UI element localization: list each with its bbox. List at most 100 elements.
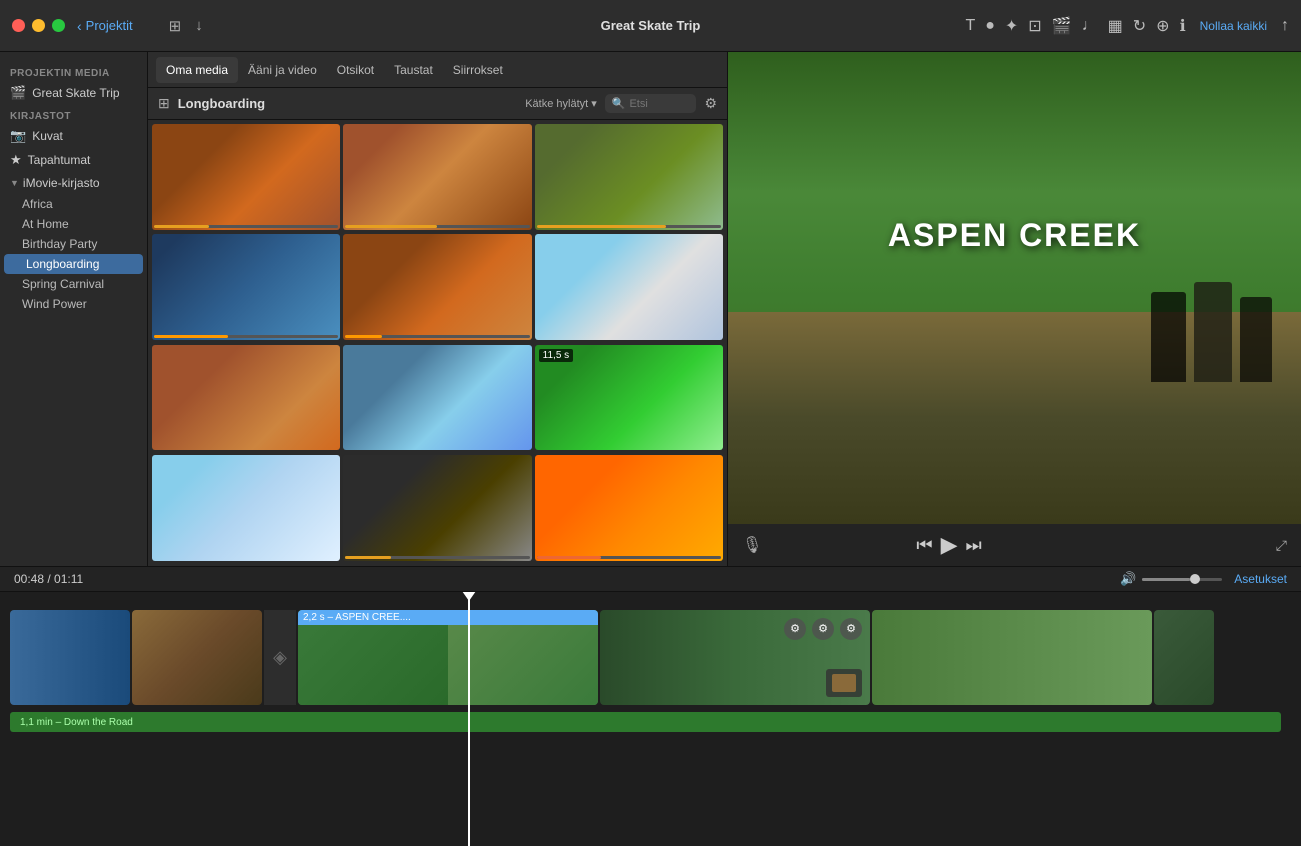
thumbnail-8[interactable] bbox=[343, 345, 531, 451]
playhead bbox=[468, 592, 470, 846]
search-input[interactable] bbox=[629, 98, 689, 110]
share-icon[interactable]: ↑ bbox=[1281, 17, 1289, 35]
video-track: ◈ 2,2 s – ASPEN CREE.... ⚙ ⚙ ⚙ bbox=[0, 602, 1301, 712]
sidebar-item-birthday-party[interactable]: Birthday Party bbox=[0, 234, 147, 254]
volume-slider[interactable] bbox=[1142, 578, 1222, 581]
timeline-area: 00:48 / 01:11 🔊 Asetukset bbox=[0, 566, 1301, 846]
tab-otsikot[interactable]: Otsikot bbox=[327, 57, 384, 83]
hide-rejected-button[interactable]: Kätke hylätyt ▾ bbox=[525, 97, 597, 110]
imovie-library-label: iMovie-kirjasto bbox=[23, 176, 100, 190]
skip-back-button[interactable]: ⏮ bbox=[916, 535, 932, 556]
sidebar-item-imovie-library[interactable]: ▼ iMovie-kirjasto bbox=[0, 172, 147, 194]
clip-main-selected[interactable]: 2,2 s – ASPEN CREE.... bbox=[298, 610, 598, 705]
preview-panel: ASPEN CREEK 🎙 ⏮ ▶ ⏭ ⤢ bbox=[728, 52, 1301, 566]
thumbnail-4[interactable] bbox=[152, 234, 340, 340]
thumbnail-10[interactable] bbox=[152, 455, 340, 561]
chart-icon[interactable]: ▦ bbox=[1108, 16, 1123, 36]
projektin-media-label: PROJEKTIN MEDIA bbox=[0, 62, 147, 81]
thumbnail-5[interactable] bbox=[343, 234, 531, 340]
titlebar-icons: ⊞ ↓ bbox=[169, 17, 203, 35]
thumbnail-3[interactable] bbox=[535, 124, 723, 230]
tab-oma-media[interactable]: Oma media bbox=[156, 57, 238, 83]
minimize-button[interactable] bbox=[32, 19, 45, 32]
volume-icon[interactable]: 🔊 bbox=[1120, 571, 1136, 587]
sidebar-item-africa[interactable]: Africa bbox=[0, 194, 147, 214]
clip-2[interactable] bbox=[132, 610, 262, 705]
clip-1[interactable] bbox=[10, 610, 130, 705]
microphone-icon[interactable]: 🎙 bbox=[742, 535, 762, 555]
reset-button[interactable]: Nollaa kaikki bbox=[1200, 19, 1267, 33]
clip-overlay-section[interactable]: ⚙ ⚙ ⚙ bbox=[600, 610, 870, 705]
sidebar: PROJEKTIN MEDIA 🎬 Great Skate Trip KIRJA… bbox=[0, 52, 148, 566]
fullscreen-button[interactable] bbox=[52, 19, 65, 32]
chevron-down-icon: ▾ bbox=[591, 97, 597, 110]
clip-icon-2: ⚙ bbox=[812, 618, 834, 640]
grid-toggle-icon[interactable]: ⊞ bbox=[158, 95, 170, 112]
preview-video: ASPEN CREEK bbox=[728, 52, 1301, 524]
thumbnail-1[interactable] bbox=[152, 124, 340, 230]
clip-icon-3: ⚙ bbox=[840, 618, 862, 640]
play-button[interactable]: ▶ bbox=[941, 532, 958, 558]
playhead-triangle bbox=[462, 592, 476, 601]
chevron-left-icon: ‹ bbox=[77, 18, 82, 34]
back-label: Projektit bbox=[86, 18, 133, 33]
browser-header: ⊞ Longboarding Kätke hylätyt ▾ 🔍 ⚙ bbox=[148, 88, 727, 120]
tab-siirrokset[interactable]: Siirrokset bbox=[443, 57, 513, 83]
window-title: Great Skate Trip bbox=[601, 18, 701, 33]
import-icon[interactable]: ↓ bbox=[195, 17, 203, 34]
audio-icon[interactable]: ♩ bbox=[1082, 17, 1098, 35]
photos-label: Kuvat bbox=[32, 129, 63, 143]
photos-icon: 📷 bbox=[10, 128, 26, 144]
audio-track[interactable]: 1,1 min – Down the Road bbox=[10, 712, 1281, 732]
transition-1[interactable]: ◈ bbox=[264, 610, 296, 705]
sidebar-item-spring-carnival[interactable]: Spring Carnival bbox=[0, 274, 147, 294]
sidebar-item-photos[interactable]: 📷 Kuvat bbox=[0, 124, 147, 148]
thumbnail-11[interactable] bbox=[343, 455, 531, 561]
thumbnail-7[interactable] bbox=[152, 345, 340, 451]
style-icon[interactable]: ● bbox=[985, 17, 995, 35]
sidebar-item-project[interactable]: 🎬 Great Skate Trip bbox=[0, 81, 147, 105]
clip-5[interactable] bbox=[1154, 610, 1214, 705]
sidebar-item-events[interactable]: ★ Tapahtumat bbox=[0, 148, 147, 172]
settings-icon[interactable]: ⚙ bbox=[704, 95, 717, 112]
timeline-header: 00:48 / 01:11 🔊 Asetukset bbox=[0, 567, 1301, 592]
sidebar-item-longboarding[interactable]: Longboarding bbox=[4, 254, 143, 274]
fullscreen-icon[interactable]: ⤢ bbox=[1276, 537, 1287, 554]
events-icon: ★ bbox=[10, 152, 22, 168]
thumbnail-9[interactable]: 11,5 s bbox=[535, 345, 723, 451]
effects-icon[interactable]: ⊕ bbox=[1156, 16, 1169, 36]
sidebar-item-wind-power[interactable]: Wind Power bbox=[0, 294, 147, 314]
timeline-tracks: ◈ 2,2 s – ASPEN CREE.... ⚙ ⚙ ⚙ bbox=[0, 592, 1301, 846]
settings-button[interactable]: Asetukset bbox=[1234, 572, 1287, 586]
clip-thumbnail bbox=[826, 669, 862, 697]
tab-aani-video[interactable]: Ääni ja video bbox=[238, 57, 327, 83]
crop-icon[interactable]: ⊡ bbox=[1028, 16, 1041, 36]
thumbnail-grid: 11,5 s bbox=[148, 120, 727, 566]
clip-title: 2,2 s – ASPEN CREE.... bbox=[298, 610, 598, 625]
clip-4[interactable] bbox=[872, 610, 1152, 705]
thumbnail-6[interactable] bbox=[535, 234, 723, 340]
tab-taustat[interactable]: Taustat bbox=[384, 57, 443, 83]
traffic-lights bbox=[12, 19, 65, 32]
search-box[interactable]: 🔍 bbox=[605, 94, 697, 113]
project-name: Great Skate Trip bbox=[32, 86, 119, 100]
thumbnail-2[interactable] bbox=[343, 124, 531, 230]
info-icon[interactable]: ℹ bbox=[1180, 16, 1186, 36]
camera-icon[interactable]: 🎬 bbox=[1052, 16, 1072, 36]
clip-icon-1: ⚙ bbox=[784, 618, 806, 640]
grid-view-icon[interactable]: ⊞ bbox=[169, 17, 182, 35]
content: Oma media Ääni ja video Otsikot Taustat … bbox=[148, 52, 1301, 566]
close-button[interactable] bbox=[12, 19, 25, 32]
back-button[interactable]: ‹ Projektit bbox=[77, 18, 133, 34]
sidebar-item-at-home[interactable]: At Home bbox=[0, 214, 147, 234]
titlebar-right: T ● ✦ ⊡ 🎬 ♩ ▦ ↻ ⊕ ℹ Nollaa kaikki ↑ bbox=[965, 16, 1289, 36]
media-browser: Oma media Ääni ja video Otsikot Taustat … bbox=[148, 52, 728, 566]
search-icon: 🔍 bbox=[612, 97, 626, 110]
events-label: Tapahtumat bbox=[28, 153, 91, 167]
color-icon[interactable]: ✦ bbox=[1005, 16, 1018, 36]
main-area: PROJEKTIN MEDIA 🎬 Great Skate Trip KIRJA… bbox=[0, 52, 1301, 566]
text-tool-icon[interactable]: T bbox=[965, 17, 975, 35]
skip-forward-button[interactable]: ⏭ bbox=[965, 535, 981, 556]
speed-icon[interactable]: ↻ bbox=[1133, 16, 1146, 36]
thumbnail-12[interactable] bbox=[535, 455, 723, 561]
